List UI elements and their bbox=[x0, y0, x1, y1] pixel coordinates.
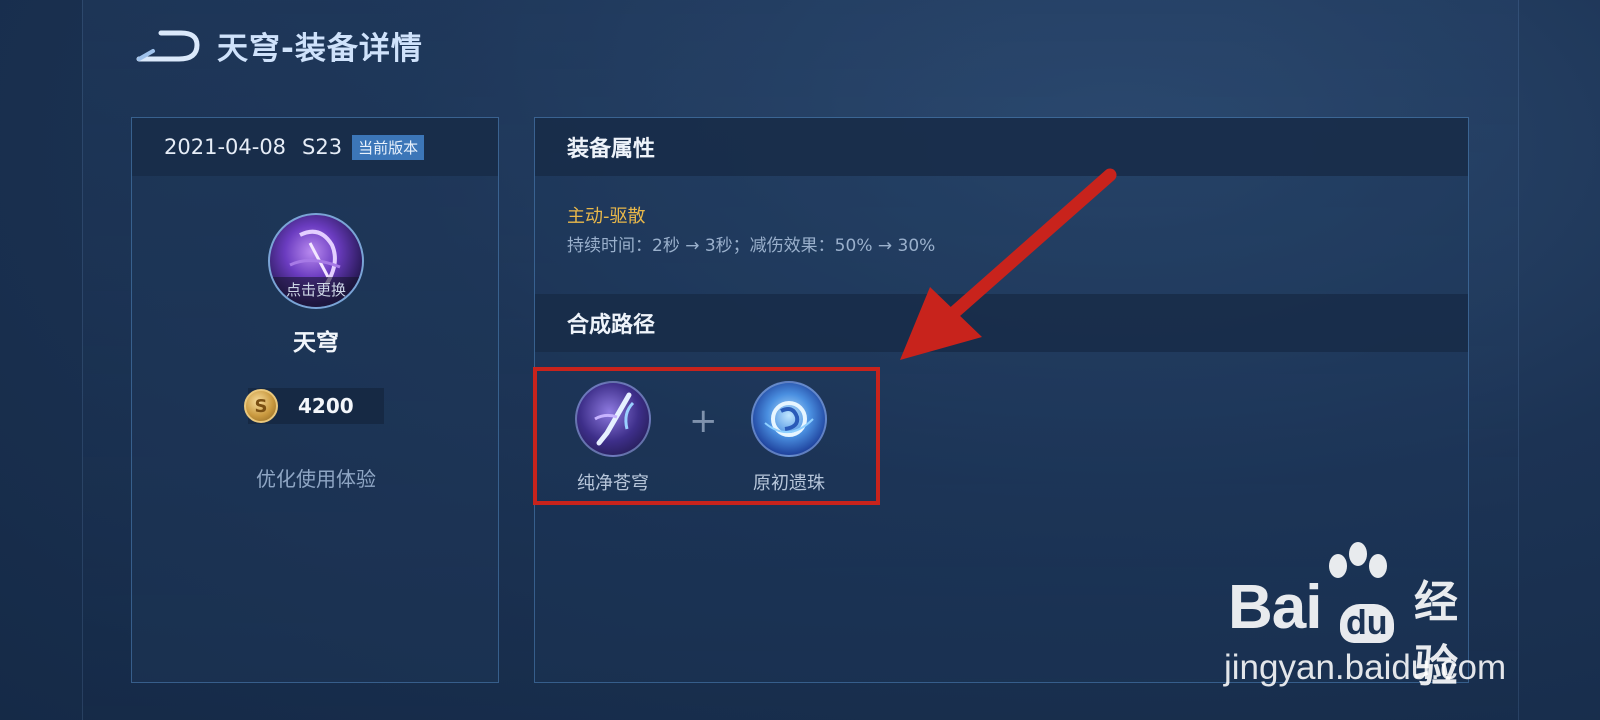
recipe-title: 合成路径 bbox=[567, 313, 656, 338]
gold-coin-icon: S bbox=[244, 389, 278, 423]
version-date: 2021-04-08 bbox=[164, 135, 287, 159]
price-box: S 4200 bbox=[244, 388, 384, 424]
orb-icon bbox=[751, 381, 827, 457]
component-label: 纯净苍穹 bbox=[577, 473, 649, 494]
item-summary-panel: 2021-04-08 S23 当前版本 点击更换 天穹 S 4200 优化使用体… bbox=[131, 117, 499, 683]
price-value: 4200 bbox=[298, 394, 354, 418]
plus-sign: + bbox=[689, 401, 718, 441]
attributes-title: 装备属性 bbox=[567, 137, 656, 162]
component-item-2[interactable]: 原初遗珠 bbox=[729, 381, 849, 495]
recipe-highlight-box: 纯净苍穹 + 原初遗珠 bbox=[533, 367, 880, 505]
skill-description: 持续时间：2秒 → 3秒；减伤效果：50% → 30% bbox=[567, 236, 936, 256]
version-bar: 2021-04-08 S23 当前版本 bbox=[132, 118, 498, 176]
watermark-brand: Bai bbox=[1228, 573, 1322, 642]
page-title: 天穹-装备详情 bbox=[217, 30, 423, 67]
annotation-arrow-icon bbox=[900, 168, 1117, 360]
watermark-url: jingyan.baidu.com bbox=[1224, 648, 1507, 687]
skill-name: 主动-驱散 bbox=[567, 206, 646, 227]
item-name: 天穹 bbox=[293, 330, 339, 356]
watermark-brand-suffix: du bbox=[1340, 604, 1394, 643]
page-header: 天穹-装备详情 bbox=[135, 20, 423, 70]
item-avatar-button[interactable]: 点击更换 bbox=[268, 213, 364, 309]
component-label: 原初遗珠 bbox=[753, 473, 825, 494]
component-item-1[interactable]: 纯净苍穹 bbox=[553, 381, 673, 495]
current-version-badge: 当前版本 bbox=[352, 134, 425, 160]
hook-logo-icon bbox=[135, 25, 207, 65]
blade-icon bbox=[575, 381, 651, 457]
season-label: S23 bbox=[302, 135, 343, 159]
avatar-caption: 点击更换 bbox=[270, 277, 362, 307]
paw-logo-icon bbox=[1329, 542, 1387, 578]
item-description: 优化使用体验 bbox=[256, 467, 376, 491]
